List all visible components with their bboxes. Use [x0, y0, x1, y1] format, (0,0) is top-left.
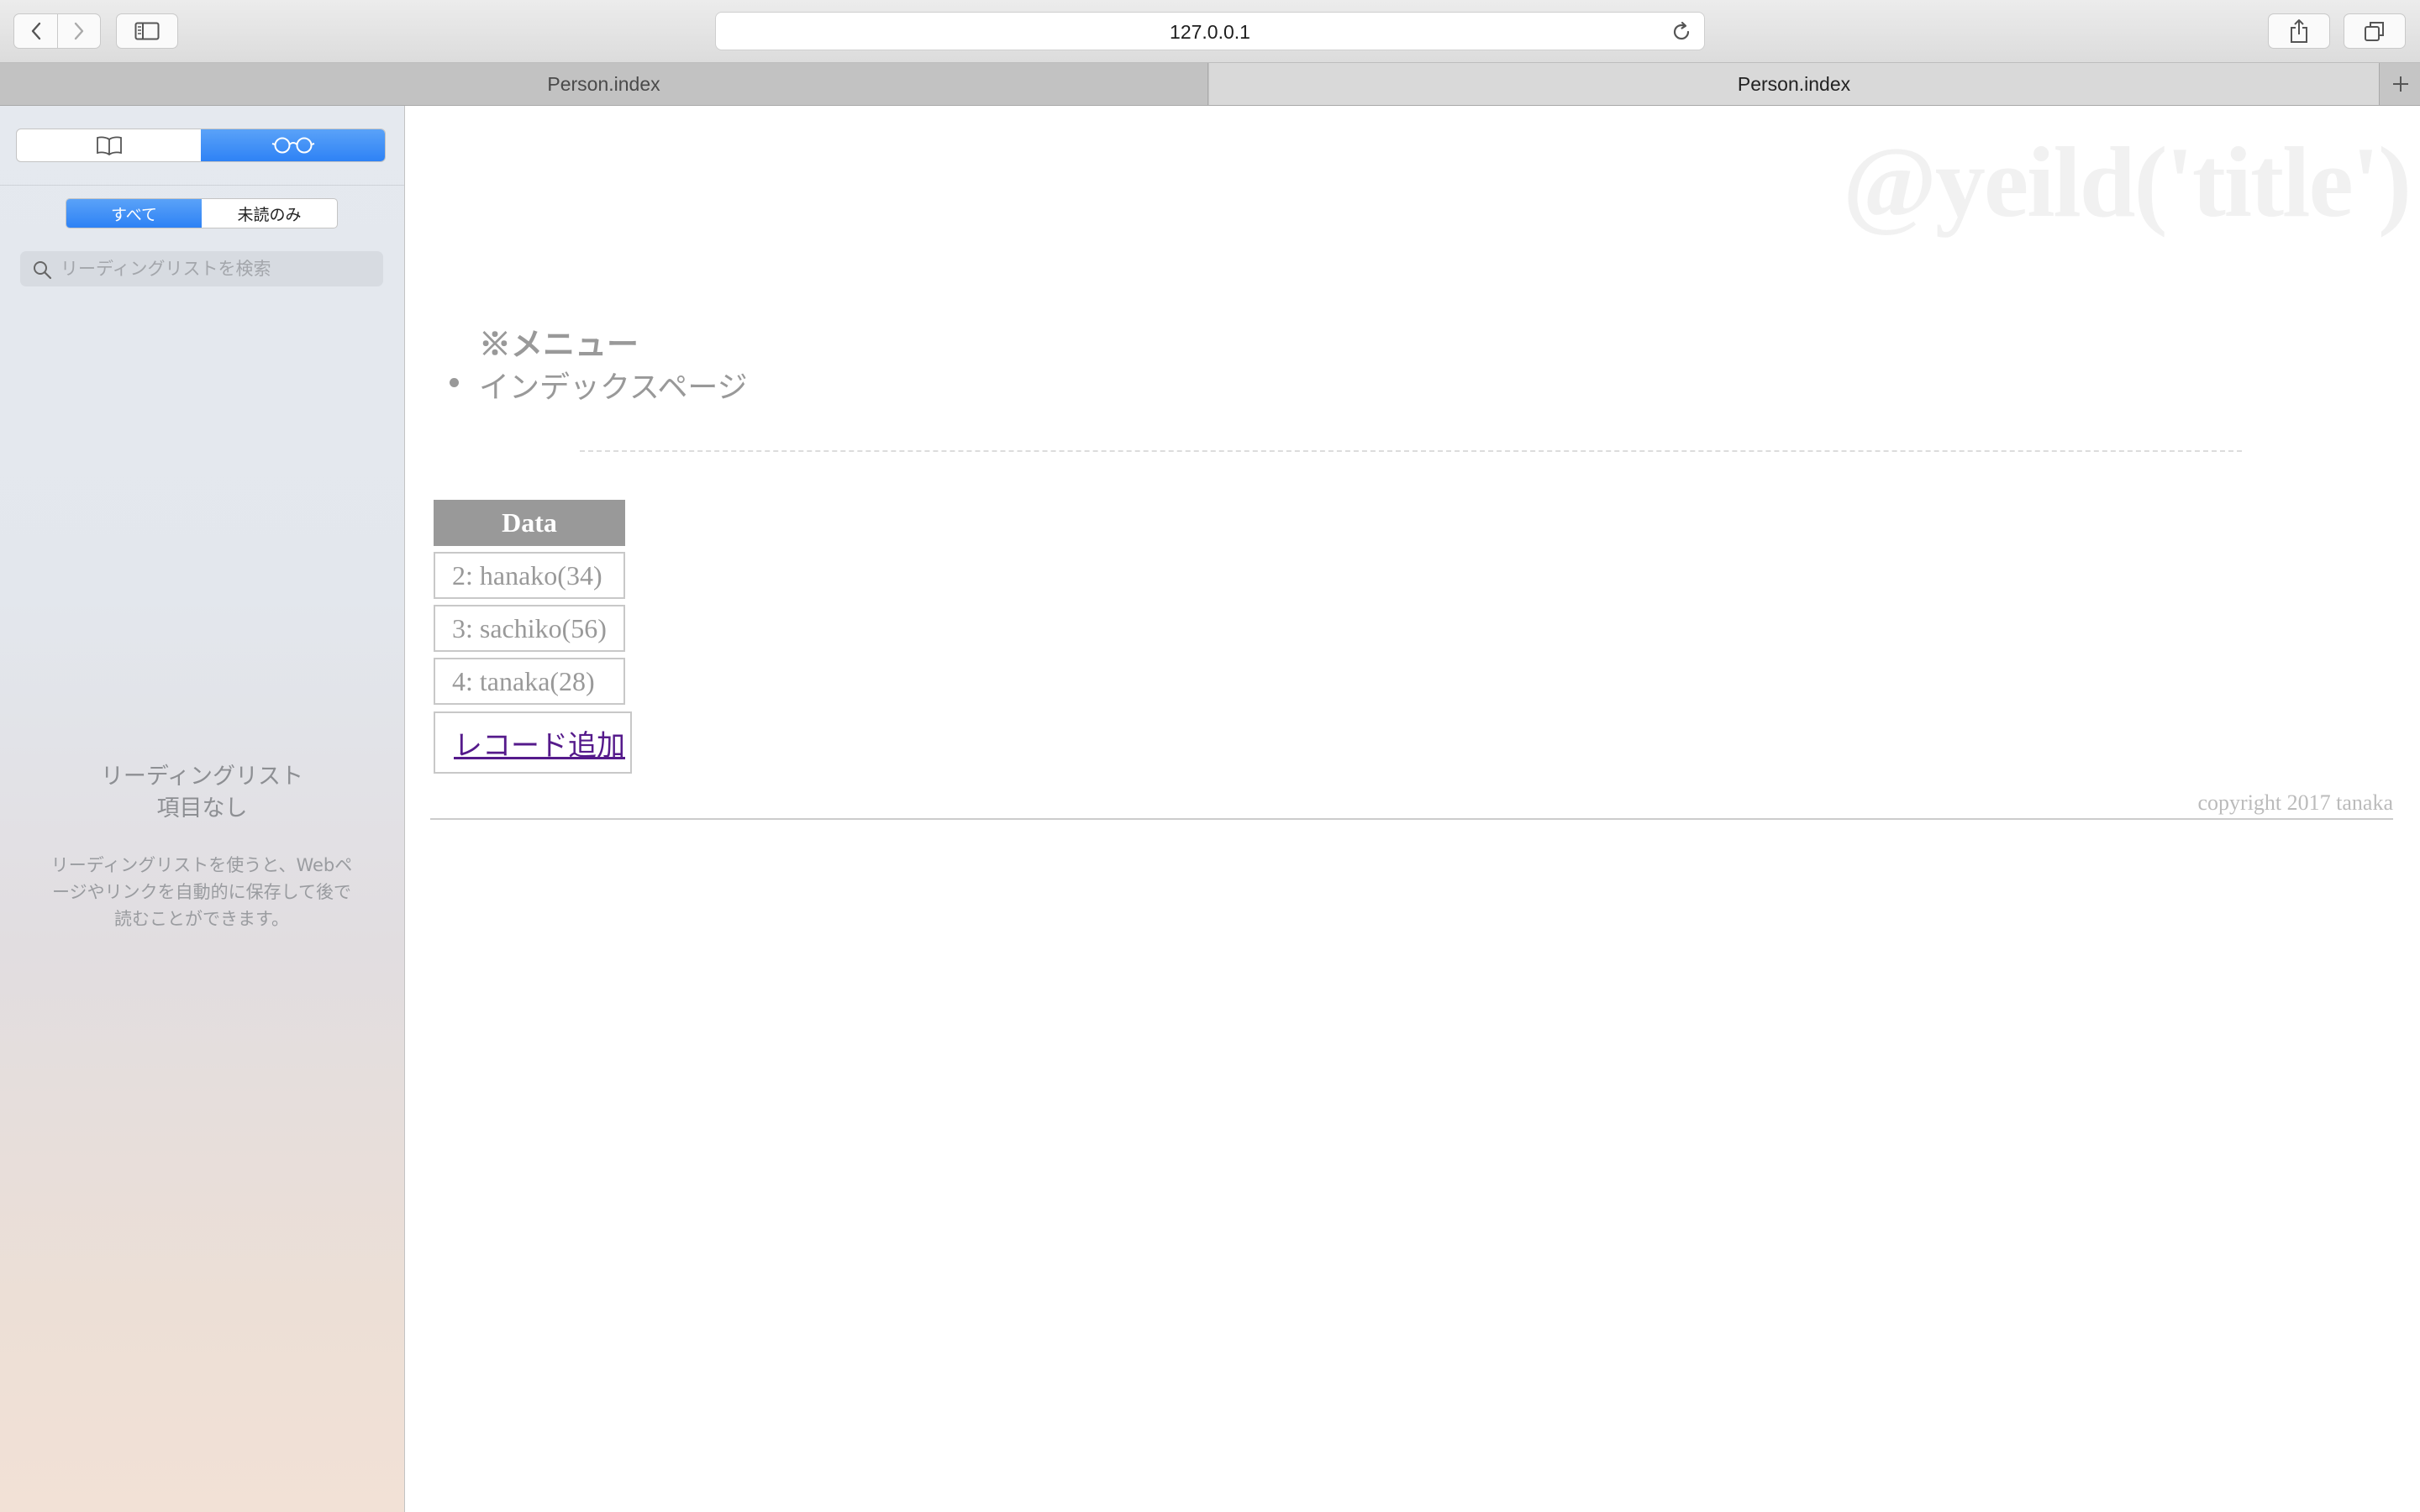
add-record-link[interactable]: レコード追加 — [454, 722, 625, 764]
table-row: 2: hanako(34) — [434, 552, 625, 599]
dashed-divider — [580, 450, 2242, 452]
empty-desc-line3: 読むことができます。 — [114, 909, 289, 929]
tab-person-index-2[interactable]: Person.index — [1209, 63, 2379, 105]
tabs-overview-button[interactable] — [2344, 13, 2406, 49]
table-cell: 4: tanaka(28) — [434, 658, 625, 705]
browser-toolbar: 127.0.0.1 — [0, 0, 2420, 63]
empty-state-title: リーディングリスト 項目なし — [0, 761, 404, 825]
reading-list-search — [20, 251, 383, 286]
share-icon — [2291, 19, 2307, 43]
menu-list: インデックスページ — [450, 363, 748, 407]
web-page-content: @yeild('title') ※メニュー インデックスページ Data 2: … — [405, 106, 2420, 1512]
share-button[interactable] — [2268, 13, 2330, 49]
back-button[interactable] — [13, 13, 58, 49]
url-text: 127.0.0.1 — [1170, 21, 1250, 43]
table-header: Data — [434, 500, 625, 546]
footer-divider — [430, 818, 2393, 820]
empty-desc-line2: ージやリンクを自動的に保存して後で — [52, 882, 351, 902]
page-title: @yeild('title') — [1843, 126, 2412, 238]
bookmarks-tab[interactable] — [17, 129, 201, 161]
tabs-overview-icon — [2365, 22, 2384, 41]
add-record-cell: レコード追加 — [434, 711, 632, 774]
reload-icon[interactable] — [1670, 21, 1692, 43]
sidebar-divider — [0, 185, 404, 186]
forward-button[interactable] — [57, 13, 101, 49]
menu-item: インデックスページ — [450, 363, 748, 407]
empty-desc-line1: リーディングリストを使うと、Webペ — [50, 855, 353, 875]
empty-state-description: リーディングリストを使うと、Webペ ージやリンクを自動的に保存して後で 読むこ… — [34, 852, 370, 932]
table-cell: 2: hanako(34) — [434, 552, 625, 599]
search-input[interactable] — [59, 258, 373, 280]
new-tab-icon — [2392, 76, 2408, 92]
table-row: 4: tanaka(28) — [434, 658, 625, 705]
reading-list-sidebar: すべて 未読のみ リーディングリスト 項目なし リーディングリストを使うと、We… — [0, 106, 405, 1512]
address-bar[interactable]: 127.0.0.1 — [715, 12, 1705, 50]
tab-person-index-1[interactable]: Person.index — [0, 63, 1208, 105]
bullet-icon — [450, 378, 459, 387]
reading-list-tab[interactable] — [201, 129, 385, 161]
empty-title-line1: リーディングリスト — [100, 764, 304, 790]
tab-label: Person.index — [547, 72, 660, 95]
reading-list-glasses-icon — [271, 137, 314, 154]
menu-heading: ※メニュー — [479, 328, 639, 363]
forward-icon — [74, 22, 84, 40]
table-cell: 3: sachiko(56) — [434, 605, 625, 652]
sidebar-mode-switch — [16, 129, 386, 162]
menu-link-index-page[interactable]: インデックスページ — [479, 370, 748, 404]
sidebar-icon — [134, 22, 160, 40]
filter-unread-button[interactable]: 未読のみ — [202, 199, 337, 228]
data-table: Data 2: hanako(34) 3: sachiko(56) 4: tan… — [434, 494, 625, 711]
empty-title-line2: 項目なし — [156, 795, 248, 822]
search-icon — [34, 261, 52, 280]
back-icon — [31, 22, 40, 40]
sidebar-toggle-button[interactable] — [116, 13, 178, 49]
tab-label: Person.index — [1737, 72, 1851, 95]
new-tab-button[interactable] — [2379, 63, 2420, 105]
tab-bar: Person.index Person.index — [0, 63, 2420, 106]
bookmarks-book-icon — [96, 136, 122, 155]
reading-filter: すべて 未読のみ — [66, 198, 338, 228]
filter-all-button[interactable]: すべて — [66, 199, 202, 228]
copyright-text: copyright 2017 tanaka — [2197, 790, 2394, 815]
table-row: 3: sachiko(56) — [434, 605, 625, 652]
